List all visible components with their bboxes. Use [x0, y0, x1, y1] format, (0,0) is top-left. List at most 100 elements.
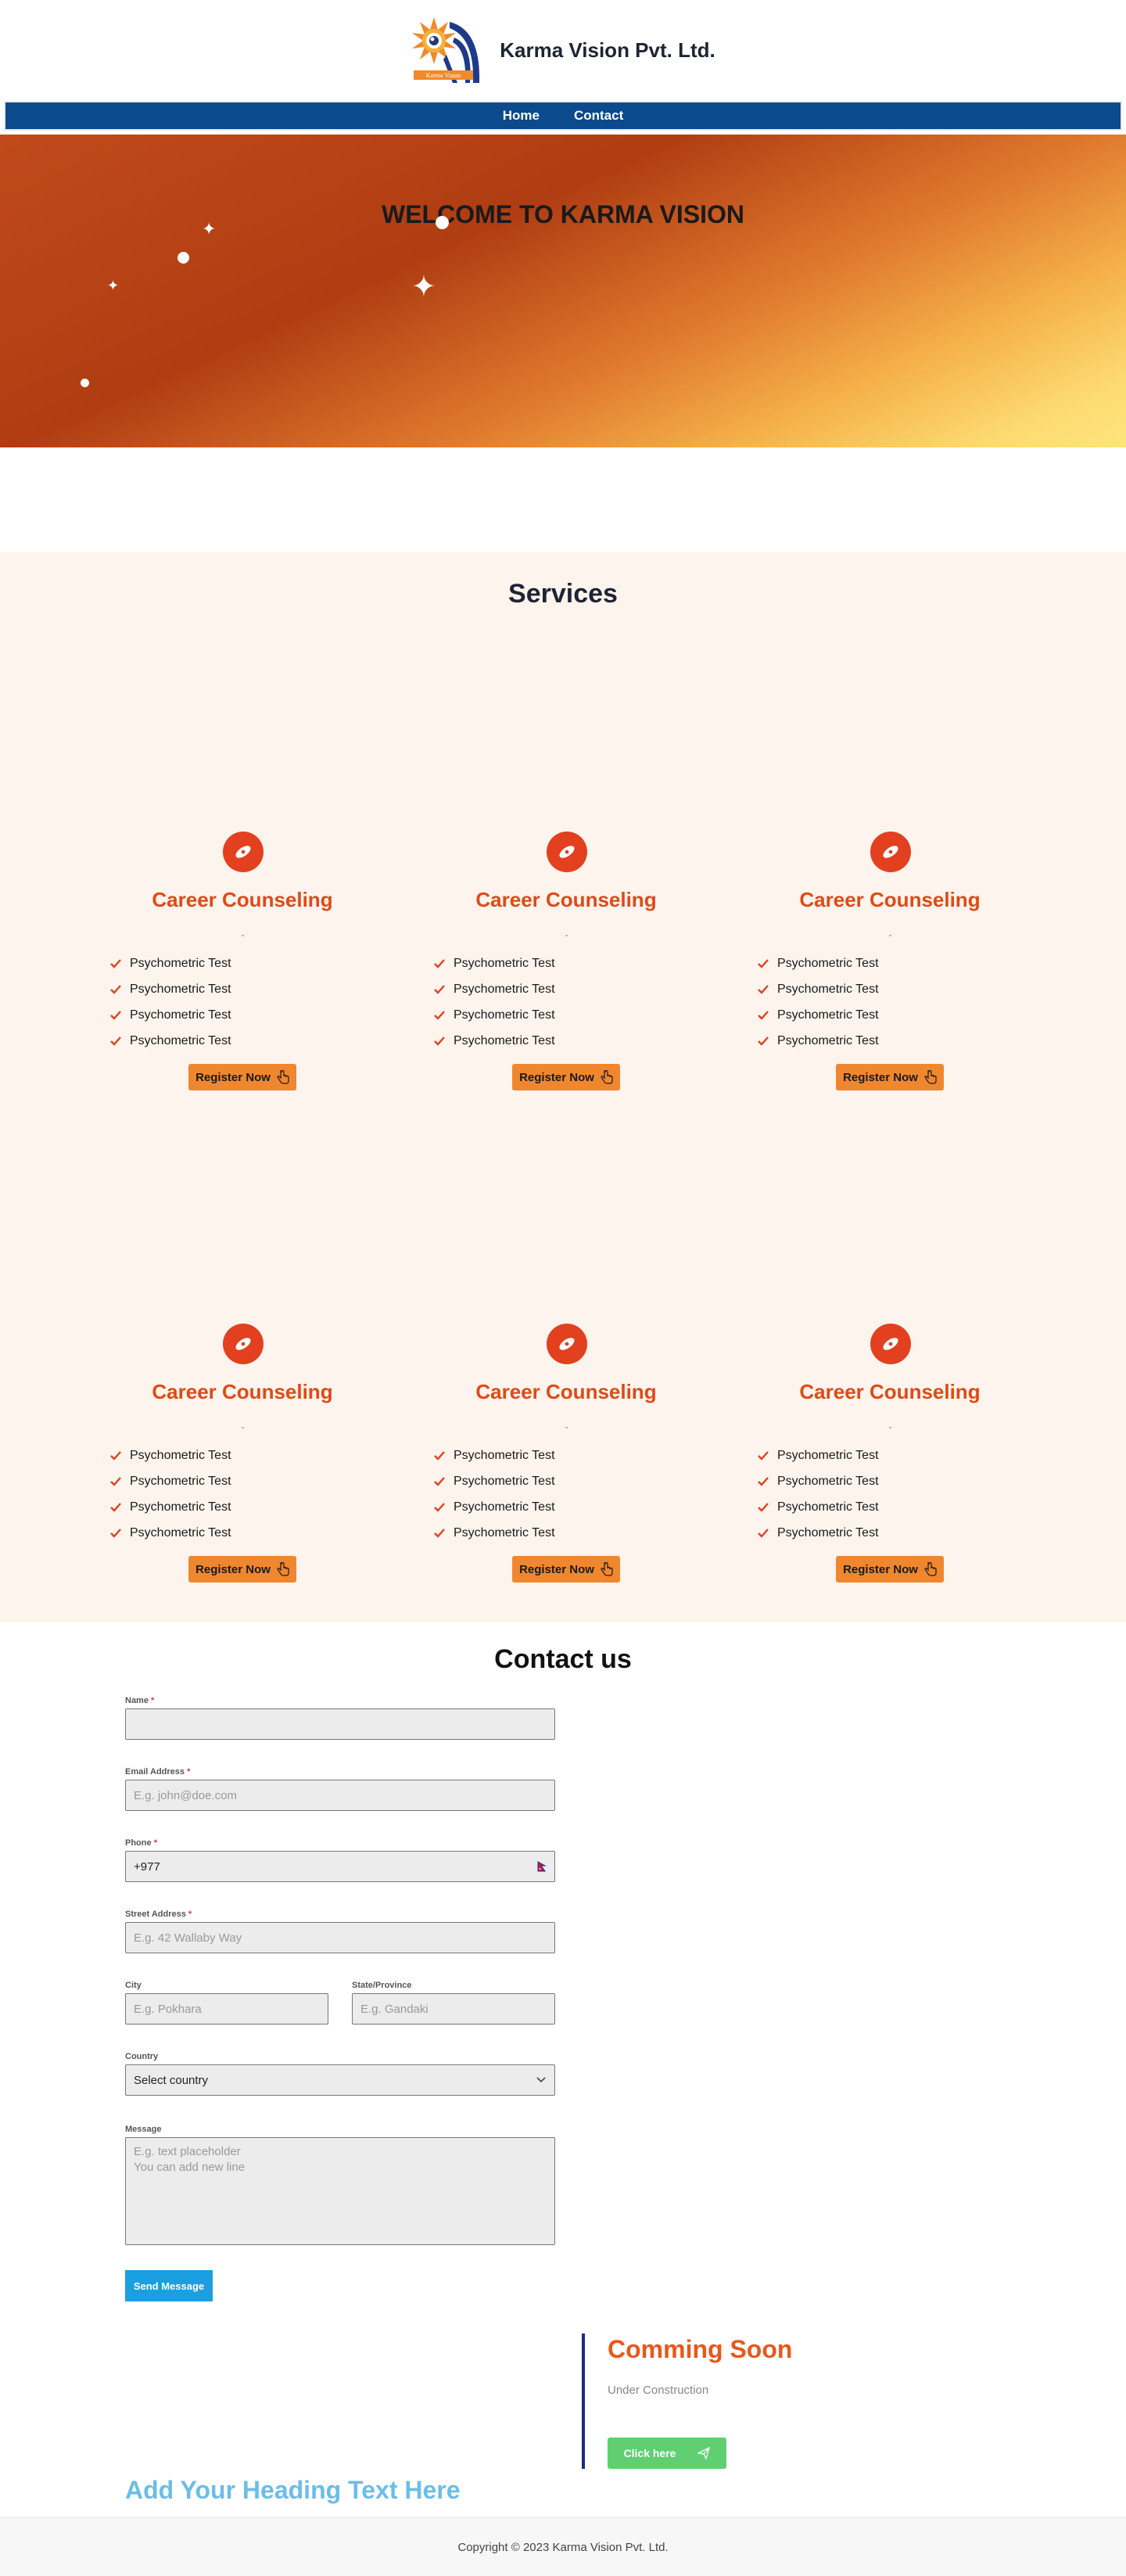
city-field[interactable]: [125, 1993, 328, 2025]
site-footer: Copyright © 2023 Karma Vision Pvt. Ltd.: [0, 2517, 1126, 2576]
register-now-button[interactable]: Register Now: [512, 1064, 620, 1090]
check-icon: [434, 1528, 445, 1538]
check-icon: [758, 1502, 769, 1512]
service-list: Psychometric Test Psychometric Test Psycho…: [109, 950, 231, 1054]
check-icon: [110, 1476, 121, 1486]
main-nav: Home Contact: [4, 101, 1122, 131]
service-list-item: Psychometric Test: [433, 1494, 555, 1520]
register-now-button[interactable]: Register Now: [188, 1064, 296, 1090]
service-list-item: Psychometric Test: [433, 976, 555, 1002]
check-icon: [758, 984, 769, 994]
divider: [565, 1427, 568, 1428]
divider: [242, 1427, 244, 1428]
sparkle-dot: [436, 216, 449, 229]
hero-banner: WELCOME TO KARMA VISION ✦ ✦ ✦: [0, 135, 1126, 447]
service-list-item: Psychometric Test: [433, 1520, 555, 1546]
country-label: Country: [125, 2052, 159, 2061]
placeholder-heading: Add Your Heading Text Here: [125, 2476, 461, 2504]
compass-icon: [870, 1324, 911, 1364]
check-icon: [758, 1528, 769, 1538]
email-field[interactable]: [125, 1780, 555, 1811]
services-title: Services: [508, 579, 618, 609]
check-icon: [758, 1450, 769, 1460]
service-item-label: Psychometric Test: [454, 1525, 555, 1539]
check-icon: [110, 1502, 121, 1512]
service-item-label: Psychometric Test: [777, 1474, 879, 1488]
message-field[interactable]: [125, 2137, 555, 2245]
hand-pointer-icon: [924, 1070, 937, 1084]
service-list-item: Psychometric Test: [433, 950, 555, 976]
service-list-item: Psychometric Test: [109, 1028, 231, 1054]
service-list-item: Psychometric Test: [433, 1028, 555, 1054]
service-list-item: Psychometric Test: [757, 1002, 879, 1028]
send-icon: [697, 2447, 711, 2459]
service-list-item: Psychometric Test: [757, 1442, 879, 1468]
service-list-item: Psychometric Test: [109, 1468, 231, 1494]
services-section: Services Career Counseling Psychometric …: [0, 552, 1126, 1622]
service-item-label: Psychometric Test: [777, 1008, 879, 1022]
service-item-label: Psychometric Test: [130, 1500, 231, 1514]
service-list-item: Psychometric Test: [757, 976, 879, 1002]
coming-soon-title: Comming Soon: [608, 2335, 793, 2363]
register-now-button[interactable]: Register Now: [836, 1556, 944, 1583]
hand-pointer-icon: [277, 1070, 289, 1084]
service-title: Career Counseling: [475, 888, 657, 911]
nav-home-link[interactable]: Home: [503, 108, 540, 124]
service-item-label: Psychometric Test: [130, 1474, 231, 1488]
service-item-label: Psychometric Test: [130, 1525, 231, 1539]
name-field[interactable]: [125, 1708, 555, 1740]
street-address-field[interactable]: [125, 1922, 555, 1953]
sparkle-dot: [81, 379, 89, 387]
check-icon: [758, 1010, 769, 1020]
nav-contact-link[interactable]: Contact: [574, 108, 623, 124]
service-list-item: Psychometric Test: [757, 950, 879, 976]
service-card: Career Counseling Psychometric Test Psych…: [94, 832, 391, 1113]
service-item-label: Psychometric Test: [454, 1008, 555, 1022]
country-select[interactable]: Select country: [125, 2064, 555, 2096]
hand-pointer-icon: [924, 1562, 937, 1576]
service-list-item: Psychometric Test: [433, 1442, 555, 1468]
compass-icon: [870, 832, 911, 872]
register-now-label: Register Now: [519, 1070, 594, 1084]
divider: [889, 935, 891, 936]
service-list-item: Psychometric Test: [757, 1468, 879, 1494]
service-item-label: Psychometric Test: [454, 1033, 555, 1047]
state-field[interactable]: [352, 1993, 555, 2025]
service-item-label: Psychometric Test: [454, 956, 555, 970]
name-label: Name *: [125, 1696, 155, 1705]
company-logo[interactable]: Karma Vision: [411, 14, 486, 86]
register-now-label: Register Now: [195, 1070, 271, 1084]
check-icon: [110, 1450, 121, 1460]
compass-icon: [547, 1324, 587, 1364]
check-icon: [434, 1036, 445, 1046]
svg-text:Karma Vision: Karma Vision: [426, 72, 461, 79]
service-list-item: Psychometric Test: [757, 1520, 879, 1546]
compass-icon: [547, 832, 587, 872]
register-now-button[interactable]: Register Now: [512, 1556, 620, 1583]
service-item-label: Psychometric Test: [777, 956, 879, 970]
service-card: Career Counseling Psychometric Test Psych…: [741, 832, 1038, 1113]
copyright-text: Copyright © 2023 Karma Vision Pvt. Ltd.: [457, 2540, 669, 2554]
register-now-button[interactable]: Register Now: [836, 1064, 944, 1090]
compass-icon: [223, 832, 264, 872]
check-icon: [110, 1528, 121, 1538]
service-card: Career Counseling Psychometric Test Psych…: [94, 1324, 391, 1605]
sparkle-icon: ✦: [107, 278, 120, 293]
check-icon: [434, 958, 445, 968]
service-card: Career Counseling Psychometric Test Psych…: [741, 1324, 1038, 1605]
check-icon: [434, 1010, 445, 1020]
phone-field[interactable]: +977: [125, 1851, 555, 1882]
service-title: Career Counseling: [152, 888, 333, 911]
hand-pointer-icon: [601, 1562, 613, 1576]
service-item-label: Psychometric Test: [130, 982, 231, 996]
register-now-label: Register Now: [195, 1562, 271, 1576]
check-icon: [434, 1502, 445, 1512]
send-message-button[interactable]: Send Message: [125, 2270, 213, 2301]
phone-label: Phone *: [125, 1838, 157, 1848]
coming-soon-subtitle: Under Construction: [608, 2384, 709, 2397]
email-label: Email Address *: [125, 1767, 191, 1777]
compass-icon: [223, 1324, 264, 1364]
service-list: Psychometric Test Psychometric Test Psycho…: [757, 1442, 879, 1546]
click-here-button[interactable]: Click here: [608, 2438, 726, 2469]
register-now-button[interactable]: Register Now: [188, 1556, 296, 1583]
